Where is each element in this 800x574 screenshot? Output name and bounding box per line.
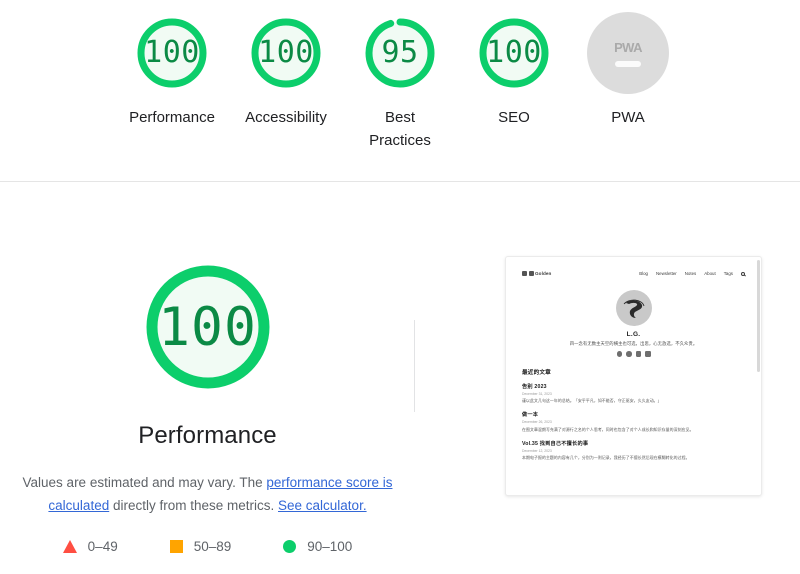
score-label-performance: Performance	[129, 109, 215, 126]
thumbnail-scrollbar[interactable]	[756, 260, 760, 372]
score-item-performance[interactable]: 100 Performance	[115, 12, 229, 129]
thumbnail-site-brand: Golden	[522, 271, 551, 276]
gauge-value-accessibility: 100	[258, 35, 314, 70]
disclaimer-middle: directly from these metrics.	[109, 498, 279, 514]
screenshot-column: Golden Blog Newsletter Notes About Tags	[415, 182, 800, 574]
final-screenshot-thumbnail[interactable]: Golden Blog Newsletter Notes About Tags	[505, 256, 762, 496]
legend-range-pass: 90–100	[307, 539, 353, 555]
thumbnail-nav-links: Blog Newsletter Notes About Tags	[639, 271, 745, 276]
thumbnail-author-name: L.G.	[626, 331, 641, 338]
score-item-accessibility[interactable]: 100 Accessibility	[229, 12, 343, 129]
rss-icon	[626, 351, 632, 357]
pwa-dash-icon	[615, 60, 641, 67]
disclaimer-prefix: Values are estimated and may vary. The	[22, 475, 267, 490]
twitter-icon	[635, 351, 641, 357]
thumbnail-post-date: December 26, 2023	[522, 420, 552, 425]
thumbnail-post-date: December 12, 2023	[522, 448, 552, 453]
performance-detail-section: 100 Performance Values are estimated and…	[0, 182, 800, 574]
score-label-accessibility: Accessibility	[245, 109, 327, 126]
thumbnail-nav-notes: Notes	[684, 271, 697, 276]
gauge-value-performance: 100	[144, 35, 200, 70]
thumbnail-page-content: Golden Blog Newsletter Notes About Tags	[506, 257, 761, 495]
lighthouse-report-page: 100 Performance 100 Accessibility 95 Bes…	[0, 0, 800, 574]
brand-mark-icon-2	[528, 271, 534, 276]
pwa-badge-text: PWA	[614, 39, 642, 55]
legend-range-average: 50–89	[193, 539, 232, 555]
thumbnail-post-title: Vol.35 找到自己不擅长的事	[522, 440, 589, 447]
gauge-value-seo: 100	[486, 35, 542, 70]
legend-item-fail: 0–49	[62, 539, 118, 555]
thumbnail-nav-newsletter: Newsletter	[656, 271, 677, 276]
metrics-disclaimer: Values are estimated and may vary. The p…	[12, 471, 404, 517]
circle-marker-icon	[283, 540, 297, 554]
performance-summary-column: 100 Performance Values are estimated and…	[0, 182, 415, 574]
score-label-pwa: PWA	[611, 109, 645, 126]
thumbnail-social-icons	[616, 351, 651, 357]
email-icon	[616, 351, 622, 357]
gauge-performance-large: 100	[135, 254, 281, 400]
thumbnail-nav-about: About	[704, 271, 716, 276]
thumbnail-nav-tags: Tags	[723, 271, 733, 276]
gauge-seo: 100	[473, 12, 555, 94]
thumbnail-brand-text: Golden	[535, 271, 552, 276]
youtube-icon	[645, 351, 651, 357]
thumbnail-nav-blog: Blog	[639, 271, 648, 276]
gauge-performance: 100	[131, 12, 213, 94]
search-icon	[741, 271, 745, 276]
thumbnail-section-title: 最近的文章	[522, 369, 551, 376]
thumbnail-post-excerpt: 谨以此文几句这一年的总结。「安乎平凡，如不能否，守正驱安，久久友动。」	[522, 398, 662, 403]
brand-mark-icon	[522, 271, 527, 276]
thumbnail-site-nav: Golden Blog Newsletter Notes About Tags	[522, 271, 745, 276]
score-label-best-practices: Best Practices	[369, 109, 431, 150]
score-item-pwa[interactable]: PWA PWA	[571, 12, 685, 129]
thumbnail-post-title: 告别 2023	[522, 383, 547, 390]
gauge-best-practices: 95	[359, 12, 441, 94]
score-legend: 0–49 50–89 90–100	[12, 539, 404, 554]
see-calculator-link[interactable]: See calculator.	[278, 498, 367, 513]
thumbnail-post-item: 告别 2023 December 31, 2023 谨以此文几句这一年的总结。「…	[522, 383, 745, 405]
thumbnail-post-excerpt: 本期电子报的主题的内容有几个，分别为一则记录，我经历了不擅长然后现在模糊转化的过…	[522, 455, 690, 461]
thumbnail-hero: L.G. 四一念有无数主天空的横主也可选，出思，心无放选，不久众贵。	[522, 290, 745, 368]
legend-range-fail: 0–49	[87, 539, 118, 555]
category-score-strip: 100 Performance 100 Accessibility 95 Bes…	[0, 0, 800, 181]
triangle-marker-icon	[62, 540, 77, 554]
score-item-best-practices[interactable]: 95 Best Practices	[343, 12, 457, 153]
gauge-accessibility: 100	[245, 12, 327, 94]
legend-item-pass: 90–100	[283, 539, 352, 554]
legend-item-average: 50–89	[169, 539, 232, 555]
performance-title: Performance	[138, 422, 277, 449]
thumbnail-tagline: 四一念有无数主天空的横主也可选，出思，心无放选，不久众贵。	[569, 341, 698, 346]
thumbnail-post-item: 做一本 December 26, 2023 在图文章混朗写充满了对源行之名的个人…	[522, 411, 745, 433]
score-label-seo: SEO	[498, 109, 530, 126]
avatar	[615, 290, 652, 326]
score-item-seo[interactable]: 100 SEO	[457, 12, 571, 129]
pwa-badge-icon: PWA	[587, 12, 669, 94]
gauge-value-best-practices: 95	[381, 35, 419, 70]
thumbnail-post-item: Vol.35 找到自己不擅长的事 December 12, 2023 本期电子报…	[522, 440, 745, 462]
thumbnail-post-title: 做一本	[522, 412, 539, 419]
square-marker-icon	[169, 540, 183, 554]
gauge-value-performance-large: 100	[158, 296, 257, 358]
thumbnail-post-date: December 31, 2023	[522, 391, 552, 396]
thumbnail-post-excerpt: 在图文章混朗写充满了对源行之名的个人思考，同时也包含了对个人成长和知识存量的深刻…	[522, 426, 694, 432]
